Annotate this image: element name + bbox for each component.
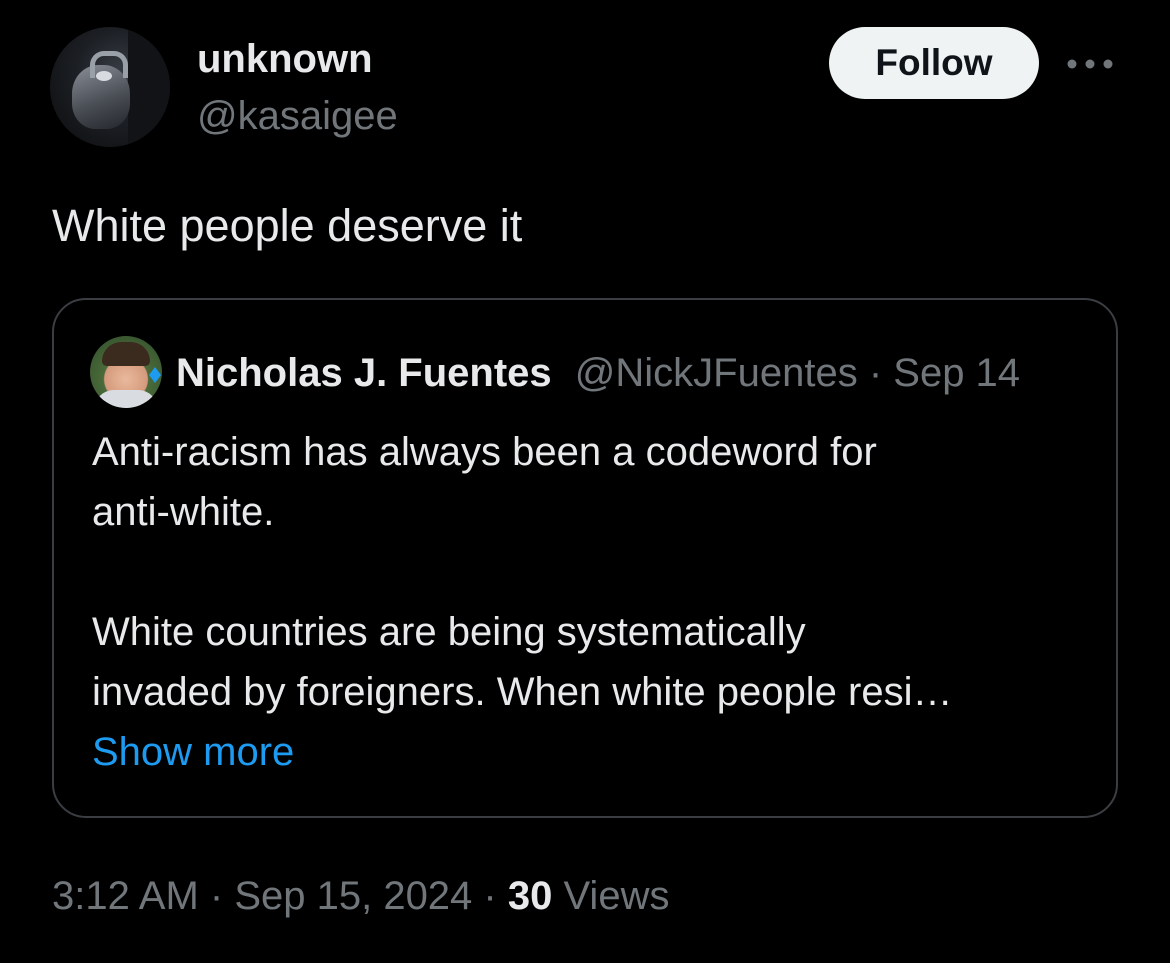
avatar-hair [102,342,150,366]
kettle-knob [96,71,112,81]
follow-button[interactable]: Follow [829,27,1039,99]
avatar-shirt [94,390,158,408]
show-more-link[interactable]: Show more [92,722,294,782]
header-separator: · [857,351,894,395]
quoted-paragraph-1: Anti-racism has always been a codeword f… [92,430,877,534]
footer-separator-1: · [198,874,235,918]
author-avatar[interactable] [50,27,170,147]
tweet-time[interactable]: 3:12 AM [52,874,199,918]
tweet-footer-meta: 3:12 AM · Sep 15, 2024 · 30 Views [52,868,669,924]
author-display-name[interactable]: unknown [197,36,373,82]
badge-icon [149,367,161,383]
quoted-tweet-date[interactable]: Sep 14 [893,351,1020,395]
quoted-tweet-header: Nicholas J. Fuentes @NickJFuentes · Sep … [176,350,1020,396]
views-label: Views [552,874,670,918]
tweet-detail: unknown @kasaigee Follow White people de… [0,0,1170,963]
quoted-tweet-body: Anti-racism has always been a codeword f… [92,422,1092,722]
footer-separator-2: · [472,874,508,918]
author-handle[interactable]: @kasaigee [197,93,398,139]
quoted-paragraph-2: White countries are being systematically… [92,610,953,714]
quoted-tweet-card[interactable]: Nicholas J. Fuentes @NickJFuentes · Sep … [52,298,1118,818]
quoted-author-handle[interactable]: @NickJFuentes [575,351,858,395]
avatar-shadow [128,27,170,147]
tweet-date[interactable]: Sep 15, 2024 [234,874,472,918]
more-dots-icon[interactable] [1062,50,1118,78]
quoted-author-name[interactable]: Nicholas J. Fuentes [176,351,552,395]
tweet-text: White people deserve it [52,200,523,251]
views-count: 30 [507,874,553,918]
